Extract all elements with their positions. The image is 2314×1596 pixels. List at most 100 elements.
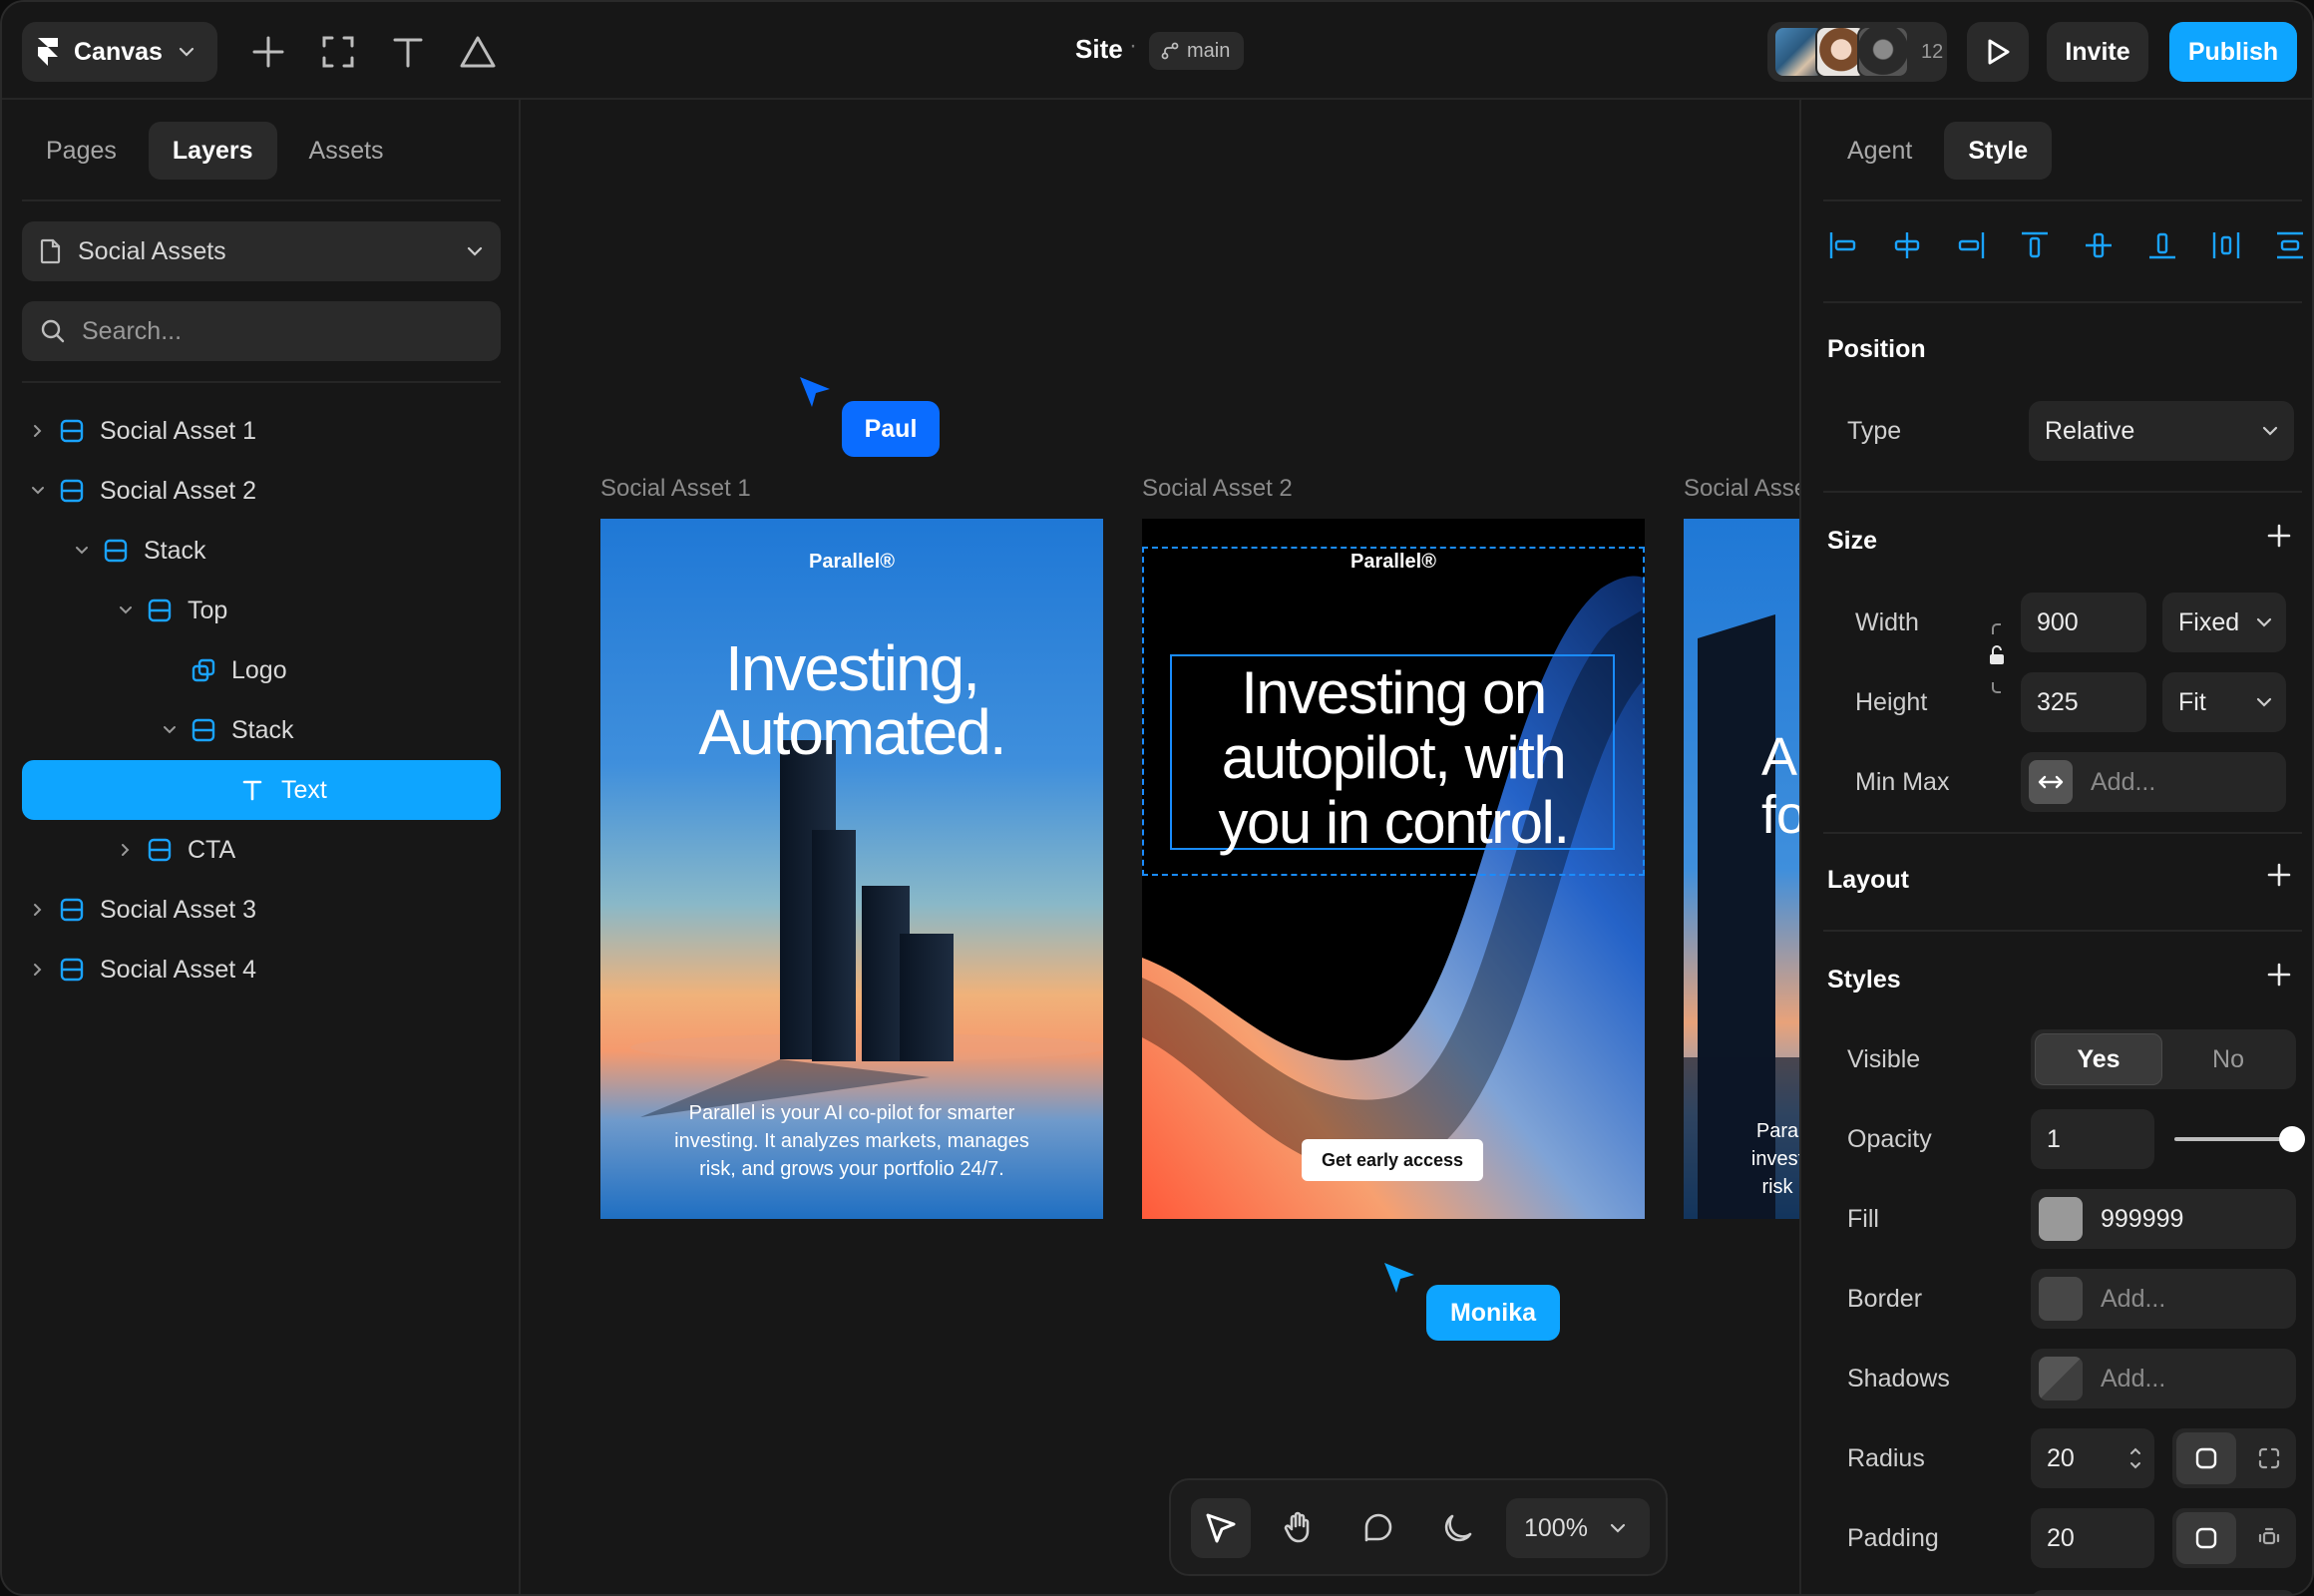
shadows-field[interactable]: Add... xyxy=(2031,1349,2296,1408)
chevron-down-icon[interactable] xyxy=(74,546,90,556)
publish-button[interactable]: Publish xyxy=(2169,22,2297,82)
shadow-swatch[interactable] xyxy=(2039,1357,2083,1400)
opacity-input[interactable]: 1 xyxy=(2031,1109,2154,1169)
padding-input[interactable]: 20 xyxy=(2031,1508,2154,1568)
select-tool-button[interactable] xyxy=(1191,1498,1251,1558)
visible-no-option[interactable]: No xyxy=(2164,1033,2292,1085)
opacity-slider-thumb[interactable] xyxy=(2279,1126,2305,1152)
width-mode-select[interactable]: Fixed xyxy=(2162,593,2286,652)
layer-row-social-asset-1[interactable]: Social Asset 1 xyxy=(22,401,501,461)
cta-button[interactable]: Get early access xyxy=(1302,1139,1483,1181)
chevron-down-icon[interactable] xyxy=(30,486,46,496)
align-top-icon[interactable] xyxy=(2019,229,2051,261)
stepper-icon[interactable] xyxy=(2128,1443,2142,1473)
canvas-area[interactable]: Social Asset 1 Social Asset 2 Social Ass… xyxy=(521,100,1799,1594)
layer-row-stack-inner[interactable]: Stack xyxy=(22,700,501,760)
border-placeholder: Add... xyxy=(2101,1284,2166,1313)
chevron-right-icon[interactable] xyxy=(30,903,46,917)
chevron-down-icon xyxy=(1610,1523,1626,1533)
height-input[interactable]: 325 xyxy=(2021,672,2146,732)
bottom-toolbar: 100% xyxy=(1169,1478,1668,1576)
layer-row-social-asset-3[interactable]: Social Asset 3 xyxy=(22,880,501,940)
radius-all-corners-icon[interactable] xyxy=(2176,1432,2236,1484)
social-asset-1-frame[interactable]: Parallel® Investing, Automated. Parallel… xyxy=(600,519,1103,1219)
page-select[interactable]: Social Assets xyxy=(22,221,501,281)
padding-individual-sides-icon[interactable] xyxy=(2246,1512,2292,1564)
layers-tree: Social Asset 1 Social Asset 2 Stack Top xyxy=(22,401,501,999)
distribute-horizontal-icon[interactable] xyxy=(2210,229,2242,261)
fill-swatch[interactable] xyxy=(2039,1197,2083,1241)
minmax-field[interactable]: Add... xyxy=(2021,752,2286,812)
layer-row-social-asset-4[interactable]: Social Asset 4 xyxy=(22,940,501,999)
layer-label: Top xyxy=(188,596,228,624)
theme-toggle-button[interactable] xyxy=(1428,1498,1488,1558)
tab-pages[interactable]: Pages xyxy=(22,122,141,180)
shadows-placeholder: Add... xyxy=(2101,1364,2166,1393)
zoom-select[interactable]: 100% xyxy=(1506,1498,1650,1558)
branch-selector[interactable]: main xyxy=(1149,32,1245,70)
distribute-vertical-icon[interactable] xyxy=(2274,229,2306,261)
height-mode-select[interactable]: Fit xyxy=(2162,672,2286,732)
chevron-down-icon[interactable] xyxy=(162,725,178,735)
add-size-icon[interactable] xyxy=(2266,523,2292,549)
visible-yes-option[interactable]: Yes xyxy=(2035,1033,2162,1085)
radius-individual-corners-icon[interactable] xyxy=(2246,1432,2292,1484)
opacity-slider-track[interactable] xyxy=(2174,1137,2288,1141)
chevron-right-icon[interactable] xyxy=(30,963,46,977)
body-line: invest xyxy=(1750,1148,1799,1170)
divider xyxy=(22,200,501,201)
frame-label[interactable]: Social Asset 2 xyxy=(1142,475,1293,503)
layer-row-cta[interactable]: CTA xyxy=(22,820,501,880)
tab-agent[interactable]: Agent xyxy=(1823,122,1936,180)
add-style-icon[interactable] xyxy=(2266,962,2292,988)
border-field[interactable]: Add... xyxy=(2031,1269,2296,1329)
padding-all-sides-icon[interactable] xyxy=(2176,1512,2236,1564)
align-bottom-icon[interactable] xyxy=(2146,229,2178,261)
frame-label[interactable]: Social Asset 3 xyxy=(1684,475,1799,503)
preview-button[interactable] xyxy=(1967,22,2029,82)
shape-tool-icon[interactable] xyxy=(454,28,502,76)
tab-assets[interactable]: Assets xyxy=(285,122,408,180)
add-icon[interactable] xyxy=(244,28,292,76)
radius-input[interactable]: 20 xyxy=(2031,1428,2154,1488)
layer-search[interactable] xyxy=(22,301,501,361)
align-right-icon[interactable] xyxy=(1955,229,1987,261)
comment-tool-button[interactable] xyxy=(1349,1498,1408,1558)
minmax-label: Min Max xyxy=(1855,768,1950,796)
headline-line: Investing on xyxy=(1241,659,1547,726)
tab-layers[interactable]: Layers xyxy=(148,122,277,180)
invite-button[interactable]: Invite xyxy=(2047,22,2148,82)
chevron-right-icon[interactable] xyxy=(118,843,134,857)
align-center-vertical-icon[interactable] xyxy=(2083,229,2115,261)
width-input[interactable]: 900 xyxy=(2021,593,2146,652)
border-swatch[interactable] xyxy=(2039,1277,2083,1321)
chevron-down-icon[interactable] xyxy=(118,605,134,615)
text-tool-icon[interactable] xyxy=(384,28,432,76)
layer-row-stack[interactable]: Stack xyxy=(22,521,501,581)
aspect-lock-icon[interactable] xyxy=(1987,618,2007,698)
social-asset-3-frame[interactable]: A fo Para invest risk xyxy=(1684,519,1799,1219)
search-input[interactable] xyxy=(82,316,461,346)
frame-tool-icon[interactable] xyxy=(314,28,362,76)
position-type-select[interactable]: Relative xyxy=(2029,401,2294,461)
layer-row-text[interactable]: Text xyxy=(22,760,501,820)
padding-label: Padding xyxy=(1847,1524,1939,1552)
layer-row-top[interactable]: Top xyxy=(22,581,501,640)
hand-tool-button[interactable] xyxy=(1269,1498,1329,1558)
fill-field[interactable]: 999999 xyxy=(2031,1189,2296,1249)
collaborators[interactable]: 12 xyxy=(1767,22,1947,82)
border-label: Border xyxy=(1847,1285,1923,1313)
canvas-menu-button[interactable]: Canvas xyxy=(22,22,217,82)
social-asset-2-frame[interactable]: Parallel® Investing on autopilot, with y… xyxy=(1142,519,1645,1219)
align-left-icon[interactable] xyxy=(1827,229,1859,261)
align-center-horizontal-icon[interactable] xyxy=(1891,229,1923,261)
framer-logo-icon xyxy=(38,38,58,66)
headline-line: Automated. xyxy=(698,696,1006,768)
layer-row-logo[interactable]: Logo xyxy=(22,640,501,700)
headline: Investing, Automated. xyxy=(600,636,1103,764)
add-layout-icon[interactable] xyxy=(2266,862,2292,888)
chevron-right-icon[interactable] xyxy=(30,424,46,438)
tab-style[interactable]: Style xyxy=(1944,122,2053,180)
layer-row-social-asset-2[interactable]: Social Asset 2 xyxy=(22,461,501,521)
frame-label[interactable]: Social Asset 1 xyxy=(600,475,751,503)
